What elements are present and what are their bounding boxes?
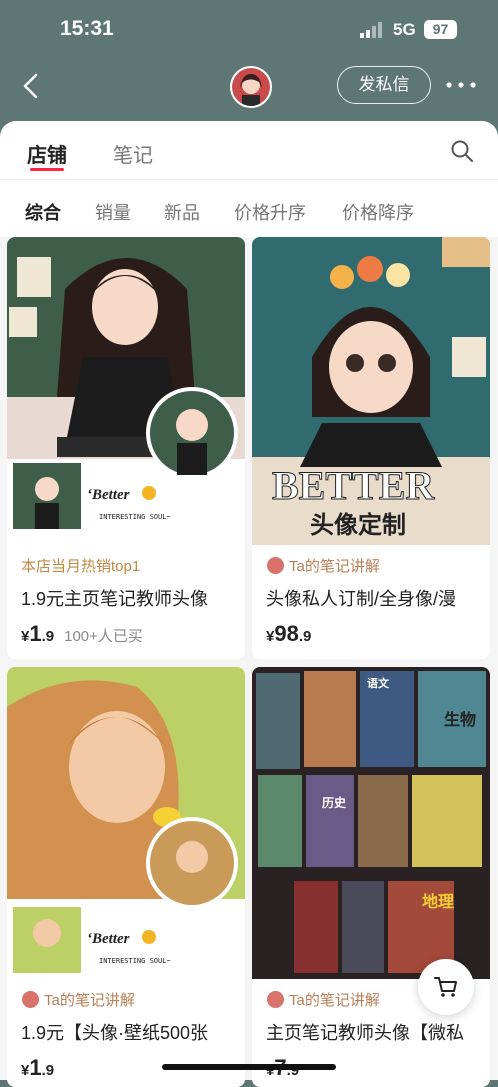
product-image: 语文 生物 历史 地理 <box>252 667 490 979</box>
active-tab-indicator <box>30 168 64 171</box>
sort-bar: 综合 销量 新品 价格升序 价格降序 <box>0 181 498 237</box>
product-price: ¥1.9 <box>21 1055 55 1080</box>
sort-price-asc[interactable]: 价格升序 <box>234 199 306 225</box>
product-title: 1.9元主页笔记教师头像 <box>21 589 209 609</box>
svg-text:生物: 生物 <box>444 710 476 729</box>
product-card[interactable]: ‘Better INTERESTING SOUL~ 本店当月热销top1 1.9… <box>7 237 245 659</box>
status-time: 15:31 <box>60 17 114 40</box>
tab-bar: 店铺 笔记 <box>0 121 498 180</box>
svg-text:地理: 地理 <box>422 892 454 911</box>
product-title: 头像私人订制/全身像/漫 <box>266 589 457 609</box>
product-card[interactable]: ‘Better INTERESTING SOUL~ Ta的笔记讲解 1.9元【头… <box>7 667 245 1087</box>
product-tag: 本店当月热销top1 <box>21 558 141 575</box>
sort-new[interactable]: 新品 <box>164 199 200 225</box>
author-avatar <box>266 556 285 575</box>
status-bar: 15:31 5G 97 <box>0 0 498 60</box>
home-indicator[interactable] <box>162 1064 336 1070</box>
sort-overall[interactable]: 综合 <box>25 199 61 225</box>
battery-icon: 97 <box>424 20 457 39</box>
shop-avatar[interactable] <box>230 66 272 108</box>
svg-text:历史: 历史 <box>322 795 347 810</box>
product-author[interactable]: Ta的笔记讲解 <box>266 555 380 576</box>
product-author[interactable]: Ta的笔记讲解 <box>266 989 380 1010</box>
svg-text:‘Better: ‘Better <box>87 487 130 503</box>
tab-notes[interactable]: 笔记 <box>113 139 153 168</box>
product-grid: ‘Better INTERESTING SOUL~ 本店当月热销top1 1.9… <box>0 237 498 1087</box>
author-avatar <box>21 990 40 1009</box>
svg-text:INTERESTING SOUL~: INTERESTING SOUL~ <box>99 513 171 521</box>
product-image: BETTER 头像定制 <box>252 237 490 545</box>
sold-count: 100+人已买 <box>64 628 143 645</box>
author-avatar <box>266 990 285 1009</box>
product-author[interactable]: Ta的笔记讲解 <box>21 989 135 1010</box>
network-label: 5G <box>393 20 416 39</box>
signal-icon <box>360 22 382 38</box>
product-price: ¥98.9 <box>266 621 312 646</box>
cart-icon <box>434 977 457 997</box>
svg-text:‘Better: ‘Better <box>87 931 130 947</box>
sort-sales[interactable]: 销量 <box>95 199 131 225</box>
product-title: 主页笔记教师头像【微私 <box>266 1023 464 1043</box>
cart-button[interactable] <box>418 959 474 1015</box>
more-options-icon[interactable] <box>444 73 478 97</box>
product-card[interactable]: BETTER 头像定制 Ta的笔记讲解 头像私人订制/全身像/漫 ¥98.9 <box>252 237 490 659</box>
search-icon[interactable] <box>450 139 474 163</box>
svg-text:BETTER: BETTER <box>272 463 435 508</box>
back-arrow-icon[interactable] <box>18 72 46 100</box>
product-card[interactable]: 语文 生物 历史 地理 Ta的笔记讲解 主页笔记教师头像【微私 ¥7.9 <box>252 667 490 1087</box>
sort-price-desc[interactable]: 价格降序 <box>342 199 414 225</box>
product-title: 1.9元【头像·壁纸500张 <box>21 1023 209 1043</box>
svg-text:语文: 语文 <box>367 676 390 690</box>
product-price: ¥1.9 100+人已买 <box>21 621 143 647</box>
svg-text:INTERESTING SOUL~: INTERESTING SOUL~ <box>99 957 171 965</box>
product-image: ‘Better INTERESTING SOUL~ <box>7 667 245 979</box>
product-image: ‘Better INTERESTING SOUL~ <box>7 237 245 545</box>
shop-content: 店铺 笔记 综合 销量 新品 价格升序 价格降序 ‘Better INTERES… <box>0 121 498 1087</box>
svg-text:头像定制: 头像定制 <box>310 511 406 539</box>
send-message-button[interactable]: 发私信 <box>337 66 431 104</box>
price-decimal: .9 <box>41 628 55 645</box>
price-integer: 1 <box>29 621 42 646</box>
tab-shop[interactable]: 店铺 <box>27 139 67 168</box>
